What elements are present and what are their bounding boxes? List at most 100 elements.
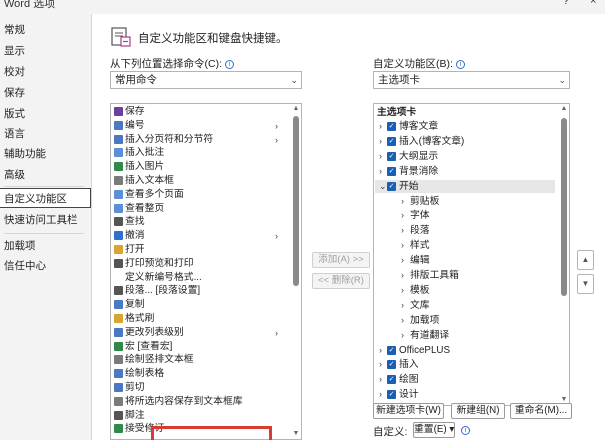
command-list-item[interactable]: 绘制竖排文本框 <box>112 354 283 366</box>
chevron-right-icon[interactable]: › <box>379 373 382 386</box>
chevron-right-icon[interactable]: › <box>401 314 404 327</box>
ribbon-group-item[interactable]: › 文库 <box>375 299 555 312</box>
command-list-item[interactable]: 绘制表格 <box>112 368 283 380</box>
command-list-item[interactable]: 格式刷 <box>112 313 283 325</box>
reset-button[interactable]: 重置(E) ▾ <box>413 422 455 438</box>
new-tab-button[interactable]: 新建选项卡(W) <box>373 403 444 419</box>
ribbon-group-item[interactable]: › 排版工具箱 <box>375 269 555 282</box>
ribbon-tabs-dropdown[interactable]: 主选项卡 ⌄ <box>373 71 570 89</box>
chevron-right-icon[interactable]: › <box>379 135 382 148</box>
command-list-item[interactable]: 复制 <box>112 299 283 311</box>
help-button[interactable]: ? <box>563 0 569 7</box>
checkbox[interactable]: ✓ <box>387 345 396 355</box>
commands-list[interactable]: 保存编号 › 插入分页符和分节符 › 插入批注插入图片插入文本框查看多个页面 查看整页 查找… <box>110 103 302 440</box>
chevron-right-icon[interactable]: › <box>379 388 382 401</box>
sidebar-item-quick-access-toolbar[interactable]: 快速访问工具栏 <box>0 210 91 230</box>
ribbon-tab-item[interactable]: › ✓ 插入(博客文章) <box>375 135 555 148</box>
command-list-item[interactable]: 保存 <box>112 106 283 118</box>
checkbox[interactable]: ✓ <box>387 360 396 370</box>
ribbon-tab-item[interactable]: › ✓ 大纲显示 <box>375 150 555 163</box>
sidebar-item-customize-ribbon[interactable]: 自定义功能区 <box>0 188 91 208</box>
command-list-item[interactable]: 段落... [段落设置] <box>112 285 283 297</box>
ribbon-group-item[interactable]: › 样式 <box>375 239 555 252</box>
ribbon-tab-item[interactable]: › ✓ 绘图 <box>375 373 555 386</box>
checkbox[interactable]: ✓ <box>387 136 396 146</box>
command-list-item[interactable]: 编号 › <box>112 120 283 132</box>
chevron-right-icon[interactable]: › <box>401 224 404 237</box>
command-list-item[interactable]: 定义新编号格式... <box>112 272 283 284</box>
checkbox[interactable]: ✓ <box>387 122 396 131</box>
scroll-down-icon[interactable]: ▼ <box>291 429 301 439</box>
ribbon-tree-scrollbar[interactable]: ▲ ▼ <box>559 104 569 405</box>
ribbon-tab-item[interactable]: › ✓ 博客文章 <box>375 120 555 133</box>
command-list-item[interactable]: 脚注 <box>112 410 283 422</box>
add-button[interactable]: 添加(A) >> <box>312 252 370 268</box>
ribbon-group-item[interactable]: › 编辑 <box>375 254 555 267</box>
command-list-item[interactable]: 插入分页符和分节符 › <box>112 134 283 146</box>
scroll-up-icon[interactable]: ▲ <box>559 104 569 114</box>
close-button[interactable]: × <box>590 0 596 7</box>
command-list-item[interactable]: 插入批注 <box>112 147 283 159</box>
command-list-item[interactable]: 插入图片 <box>112 161 283 173</box>
ribbon-group-item[interactable]: › 加载项 <box>375 314 555 327</box>
ribbon-tab-item[interactable]: ⌄ ✓ 开始 <box>375 179 555 193</box>
checkbox[interactable]: ✓ <box>387 375 396 385</box>
command-list-item[interactable]: 撤消 › <box>112 230 283 242</box>
command-list-item[interactable]: 查看整页 <box>112 203 283 215</box>
command-list-item[interactable]: 打开 <box>112 244 283 256</box>
ribbon-tab-item[interactable]: › ✓ OfficePLUS <box>375 344 555 357</box>
commands-scrollbar[interactable]: ▲ ▼ <box>291 104 301 439</box>
ribbon-group-item[interactable]: › 字体 <box>375 209 555 222</box>
ribbon-tab-item[interactable]: › ✓ 设计 <box>375 388 555 401</box>
ribbon-group-item[interactable]: › 段落 <box>375 224 555 237</box>
command-list-item[interactable]: 查看多个页面 <box>112 189 283 201</box>
command-list-item[interactable]: 打印预览和打印 <box>112 258 283 270</box>
command-list-item[interactable]: 宏 [查看宏] <box>112 341 283 353</box>
sidebar-item-language[interactable]: 语言 <box>0 124 91 144</box>
scroll-up-icon[interactable]: ▲ <box>291 104 301 114</box>
scroll-thumb[interactable] <box>561 118 567 296</box>
ribbon-tab-item[interactable]: › ✓ 背景消除 <box>375 165 555 178</box>
move-up-button[interactable]: ▲ <box>577 250 594 270</box>
chevron-right-icon[interactable]: › <box>401 329 404 342</box>
command-list-item[interactable]: 插入文本框 <box>112 175 283 187</box>
chevron-right-icon[interactable]: › <box>379 358 382 371</box>
chevron-right-icon[interactable]: › <box>401 254 404 267</box>
command-list-item[interactable]: 更改列表级别 › <box>112 327 283 339</box>
chevron-right-icon[interactable]: › <box>401 284 404 297</box>
choose-commands-dropdown[interactable]: 常用命令 ⌄ <box>110 71 302 89</box>
command-list-item[interactable]: 将所选内容保存到文本框库 <box>112 396 283 408</box>
checkbox[interactable]: ✓ <box>387 166 396 176</box>
ribbon-group-item[interactable]: › 有道翻译 <box>375 329 555 342</box>
ribbon-group-item[interactable]: › 剪贴板 <box>375 195 555 208</box>
checkbox[interactable]: ✓ <box>387 390 396 400</box>
sidebar-item-advanced[interactable]: 高级 <box>0 165 91 185</box>
chevron-right-icon[interactable]: › <box>401 299 404 312</box>
command-list-item[interactable]: 查找 <box>112 216 283 228</box>
chevron-right-icon[interactable]: › <box>379 165 382 178</box>
sidebar-item-save[interactable]: 保存 <box>0 83 91 103</box>
ribbon-tree[interactable]: 主选项卡 › ✓ 博客文章 › ✓ 插入(博客文章) › ✓ 大纲显示 › ✓ 背景消除 ⌄ ✓ 开始 › 剪贴… <box>373 103 570 406</box>
ribbon-tab-item[interactable]: › ✓ 插入 <box>375 358 555 371</box>
chevron-right-icon[interactable]: › <box>401 195 404 208</box>
sidebar-item-general[interactable]: 常规 <box>0 20 91 40</box>
remove-button[interactable]: << 删除(R) <box>312 273 370 289</box>
sidebar-item-accessibility[interactable]: 辅助功能 <box>0 144 91 164</box>
checkbox[interactable]: ✓ <box>387 181 396 191</box>
rename-button[interactable]: 重命名(M)... <box>510 403 572 419</box>
new-group-button[interactable]: 新建组(N) <box>451 403 505 419</box>
chevron-right-icon[interactable]: › <box>401 269 404 282</box>
chevron-down-icon[interactable]: ⌄ <box>379 180 387 193</box>
ribbon-group-item[interactable]: › 模板 <box>375 284 555 297</box>
chevron-right-icon[interactable]: › <box>401 239 404 252</box>
move-down-button[interactable]: ▼ <box>577 274 594 294</box>
command-list-item[interactable]: 剪切 <box>112 382 283 394</box>
chevron-right-icon[interactable]: › <box>379 344 382 357</box>
chevron-right-icon[interactable]: › <box>401 209 404 222</box>
sidebar-item-typography[interactable]: 版式 <box>0 104 91 124</box>
checkbox[interactable]: ✓ <box>387 151 396 161</box>
chevron-right-icon[interactable]: › <box>379 150 382 163</box>
sidebar-item-display[interactable]: 显示 <box>0 41 91 61</box>
chevron-right-icon[interactable]: › <box>379 120 382 133</box>
scroll-thumb[interactable] <box>293 116 299 286</box>
